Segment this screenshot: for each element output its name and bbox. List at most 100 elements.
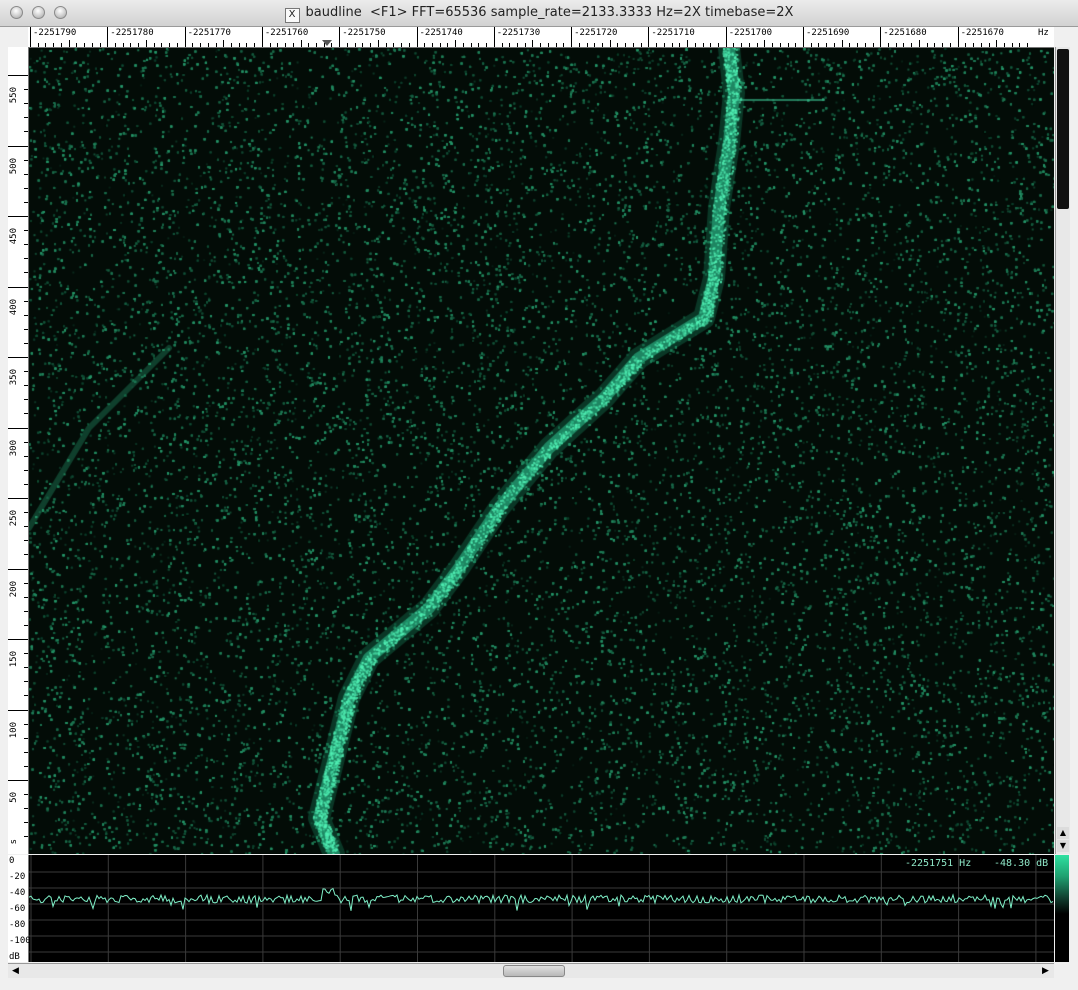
frequency-major-tick [648,27,650,47]
time-minor-tick [24,723,28,725]
frequency-minor-tick [91,43,93,47]
frequency-major-tick [261,27,263,47]
frequency-minor-tick [903,43,905,47]
frequency-minor-tick [810,43,812,47]
frequency-minor-tick [145,40,147,47]
time-minor-tick [24,455,28,457]
frequency-minor-tick [602,43,604,47]
frequency-minor-tick [176,43,178,47]
frequency-minor-tick [316,43,317,47]
frequency-tick-label: -2251760 [264,28,309,38]
time-major-tick [8,498,28,499]
scroll-down-arrow-icon[interactable]: ▼ [1057,840,1069,852]
frequency-minor-tick [292,43,294,47]
spectrum-display[interactable]: -2251751 Hz -48.30 dB [29,855,1054,962]
frequency-minor-tick [230,43,232,47]
frequency-minor-tick [509,43,511,47]
time-major-tick [8,709,28,711]
frequency-minor-tick [656,43,658,47]
frequency-minor-tick [965,43,967,47]
time-minor-tick [24,765,28,767]
time-minor-tick [24,751,28,753]
frequency-major-tick [416,27,418,47]
time-minor-tick [24,258,28,260]
frequency-minor-tick [60,43,62,47]
horizontal-scrollbar[interactable]: ◀ ▶ [8,963,1054,978]
time-major-tick [8,427,28,429]
vertical-scrollbar[interactable]: ▲ ▼ [1055,47,1070,854]
time-tick-label: 100 [9,721,19,738]
frequency-major-tick [803,27,804,47]
spectrogram-display[interactable] [29,48,1054,854]
time-minor-tick [24,300,28,302]
vertical-scroll-thumb[interactable] [1057,49,1069,209]
time-minor-tick [24,173,28,175]
frequency-major-tick [571,27,573,47]
time-tick-label: 200 [9,580,19,597]
frequency-ruler[interactable]: -2251790 -2251780 -2251770 -2251760 -2251750… [28,27,1054,48]
time-ruler[interactable]: 550 500 450 400 350 300 250 200 150 100 50 s [8,47,29,854]
time-tick-label: 500 [9,157,19,174]
time-minor-tick [24,230,28,232]
frequency-minor-tick [756,43,758,47]
horizontal-scroll-thumb[interactable] [503,965,565,977]
frequency-minor-tick [401,43,403,47]
frequency-minor-tick [996,40,998,47]
baudline-window: Xbaudline <F1> FFT=65536 sample_rate=213… [0,0,1078,990]
frequency-minor-tick [122,43,124,47]
frequency-minor-tick [362,43,364,47]
time-minor-tick [24,469,28,471]
frequency-minor-tick [980,43,982,47]
frequency-minor-tick [671,43,673,47]
x11-icon: X [284,8,300,23]
frequency-minor-tick [486,43,488,47]
frequency-unit-label: Hz [1038,28,1049,38]
frequency-minor-tick [246,43,248,47]
time-minor-tick [24,441,28,443]
time-minor-tick [24,526,28,528]
frequency-minor-tick [501,43,503,47]
frequency-minor-tick [540,43,542,47]
frequency-minor-tick [826,43,828,47]
frequency-minor-tick [857,43,859,47]
frequency-minor-tick [308,43,310,47]
time-minor-tick [24,117,28,119]
frequency-minor-tick [586,43,588,47]
frequency-minor-tick [926,43,928,47]
frequency-minor-tick [702,43,704,47]
frequency-minor-tick [431,43,433,47]
frequency-tick-label: -2251680 [883,28,927,38]
scroll-left-arrow-icon[interactable]: ◀ [9,965,22,977]
time-minor-tick [24,201,28,203]
spectrogram-canvas[interactable] [29,48,1054,854]
time-minor-tick [24,822,28,824]
frequency-minor-tick [795,43,797,47]
frequency-minor-tick [949,43,951,47]
time-minor-tick [24,399,28,401]
time-tick-label: 400 [9,298,19,315]
cursor-db-readout: -48.30 dB [994,858,1049,869]
frequency-minor-tick [918,40,920,47]
frequency-minor-tick [439,43,441,47]
db-tick-label: 0 [9,856,15,866]
frequency-minor-tick [455,40,457,47]
frequency-major-tick [957,27,959,47]
frequency-minor-tick [818,43,820,47]
frequency-minor-tick [354,43,356,47]
time-major-tick [8,357,28,358]
scroll-up-arrow-icon[interactable]: ▲ [1057,827,1069,839]
frequency-minor-tick [161,43,163,47]
time-minor-tick [24,342,28,344]
frequency-minor-tick [694,43,696,47]
spectrum-plot[interactable] [29,855,1054,962]
frequency-major-tick [184,27,186,47]
frequency-minor-tick [772,43,774,47]
frequency-minor-tick [710,43,712,47]
frequency-tick-label: -2251750 [342,28,386,38]
frequency-minor-tick [68,40,70,47]
frequency-minor-tick [942,43,944,47]
time-minor-tick [24,512,28,514]
time-minor-tick [24,624,28,626]
scroll-right-arrow-icon[interactable]: ▶ [1039,965,1052,977]
title-info: <F1> FFT=65536 sample_rate=2133.3333 Hz=… [369,5,794,20]
